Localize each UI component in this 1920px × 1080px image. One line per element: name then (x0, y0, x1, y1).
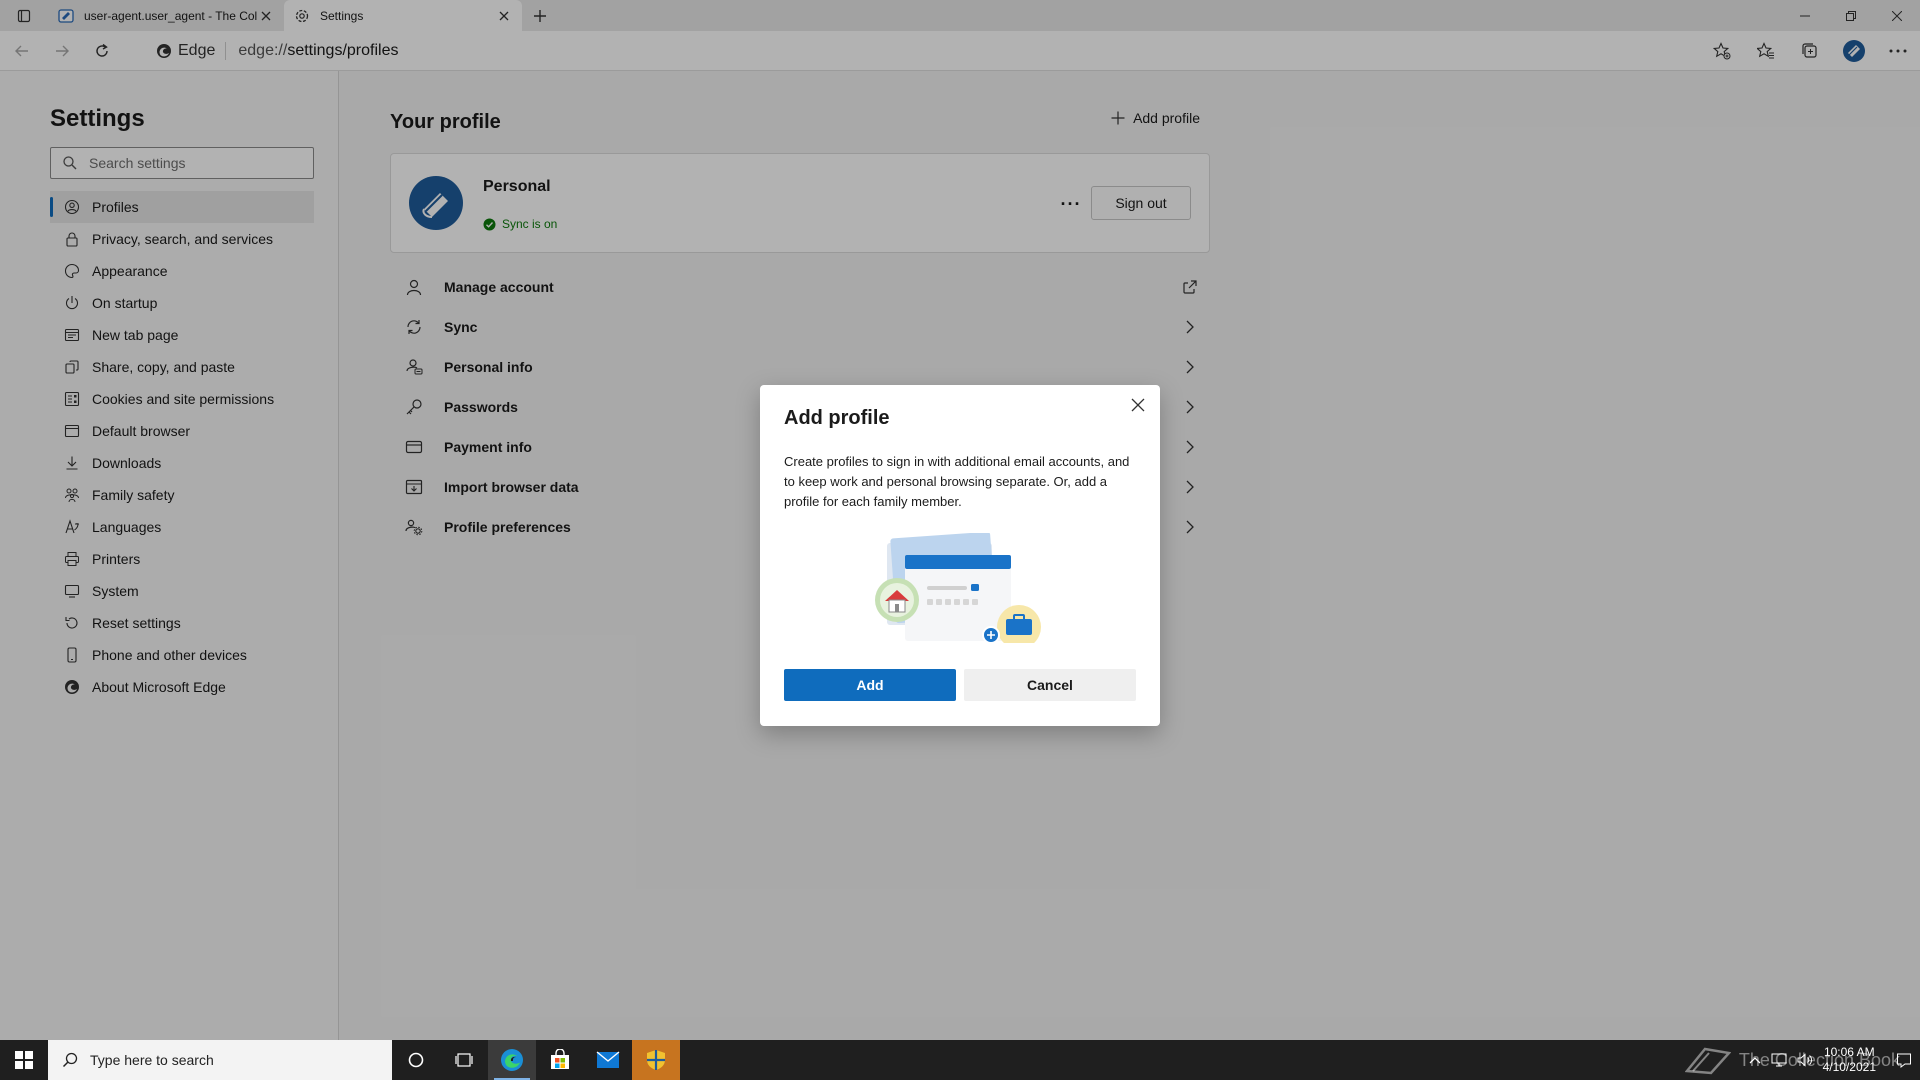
store-icon (551, 1049, 569, 1069)
mail-icon (596, 1051, 620, 1068)
dialog-close-button[interactable] (1126, 393, 1150, 417)
tray-overflow-icon[interactable] (1749, 1056, 1761, 1064)
taskbar-edge-app[interactable] (488, 1040, 536, 1080)
close-icon (1131, 398, 1145, 412)
dialog-title: Add profile (784, 407, 890, 429)
taskbar-store-app[interactable] (536, 1040, 584, 1080)
profiles-illustration-graphic (875, 533, 1041, 643)
clock-date: 4/10/2021 (1822, 1060, 1876, 1074)
start-button[interactable] (0, 1040, 48, 1080)
network-icon[interactable] (1771, 1053, 1787, 1067)
profiles-illustration (875, 533, 1045, 643)
taskbar-shield-app[interactable] (632, 1040, 680, 1080)
taskbar-search-placeholder: Type here to search (90, 1052, 214, 1068)
task-view-button[interactable] (440, 1040, 488, 1080)
taskbar-mail-app[interactable] (584, 1040, 632, 1080)
system-tray: 10:06 AM 4/10/2021 (1749, 1040, 1920, 1080)
add-profile-dialog: Add profile Create profiles to sign in w… (760, 385, 1160, 726)
shield-icon (647, 1050, 665, 1070)
clock-time: 10:06 AM (1823, 1045, 1875, 1059)
taskbar-search-input[interactable]: Type here to search (48, 1040, 392, 1080)
cortana-icon (408, 1052, 424, 1068)
volume-icon[interactable] (1797, 1053, 1813, 1067)
windows-taskbar: Type here to search 10:06 AM 4/10/2021 (0, 1040, 1920, 1080)
edge-icon (501, 1049, 523, 1071)
cortana-button[interactable] (392, 1040, 440, 1080)
notifications-icon[interactable] (1896, 1052, 1912, 1068)
taskbar-clock[interactable]: 10:06 AM 4/10/2021 (1823, 1045, 1876, 1075)
search-icon (62, 1052, 78, 1068)
dialog-body: Create profiles to sign in with addition… (784, 454, 1130, 509)
cancel-button[interactable]: Cancel (964, 669, 1136, 701)
add-button[interactable]: Add (784, 669, 956, 701)
task-view-icon (455, 1053, 473, 1067)
windows-logo-icon (15, 1051, 33, 1069)
